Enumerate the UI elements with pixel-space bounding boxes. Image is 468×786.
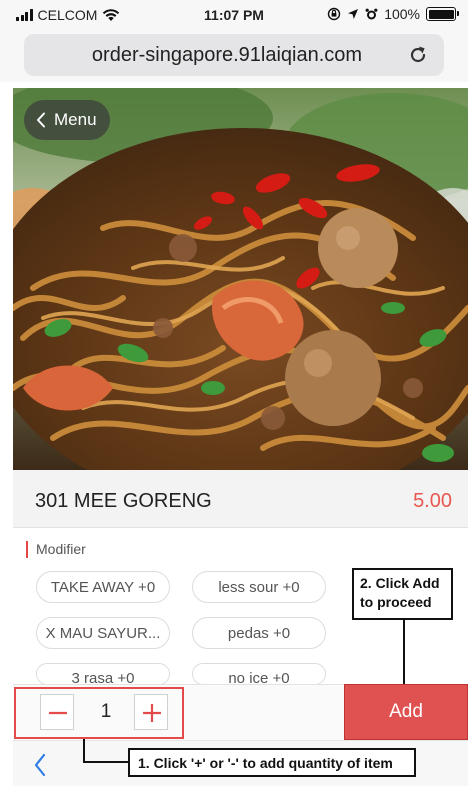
decrease-quantity-button[interactable] <box>40 694 74 730</box>
battery-level <box>428 9 454 19</box>
chevron-left-icon <box>37 112 45 128</box>
product-name: 301 MEE GORENG <box>35 490 212 512</box>
status-right: 100% <box>327 6 459 22</box>
battery-icon <box>426 7 459 21</box>
browser-toolbar: order-singapore.91laiqian.com <box>0 30 468 82</box>
alarm-icon <box>365 8 378 19</box>
instruction-step1: 1. Click '+' or '-' to add quantity of i… <box>128 748 416 777</box>
lock-rotation-icon <box>327 7 341 21</box>
chevron-left-icon[interactable] <box>33 753 47 777</box>
modifier-option[interactable]: TAKE AWAY +0 <box>36 571 170 603</box>
connector-line <box>83 761 128 763</box>
product-price: 5.00 <box>413 490 452 512</box>
address-bar[interactable]: order-singapore.91laiqian.com <box>24 34 444 76</box>
product-image <box>13 88 468 470</box>
menu-back-label: Menu <box>54 110 97 129</box>
url-text[interactable]: order-singapore.91laiqian.com <box>92 44 362 67</box>
modifier-option[interactable]: X MAU SAYUR... <box>36 617 170 649</box>
reload-icon[interactable] <box>406 43 430 67</box>
modifier-option[interactable]: pedas +0 <box>192 617 326 649</box>
battery-percent: 100% <box>384 6 420 22</box>
increase-quantity-button[interactable] <box>134 694 168 730</box>
modifier-heading: Modifier <box>26 541 86 558</box>
minus-icon <box>49 711 67 715</box>
add-button[interactable]: Add <box>344 684 468 740</box>
instruction-step2-line2: to proceed <box>360 594 432 610</box>
status-bar: CELCOM 11:07 PM 100% <box>0 0 468 30</box>
location-icon <box>348 9 359 19</box>
instruction-step2: 2. Click Add to proceed <box>352 568 453 620</box>
connector-line <box>83 739 85 763</box>
modifier-option[interactable]: no ice +0 <box>192 663 326 685</box>
quantity-value: 1 <box>100 701 112 722</box>
menu-back-button[interactable]: Menu <box>24 100 110 140</box>
product-info: 301 MEE GORENG 5.00 <box>13 470 468 528</box>
modifier-option[interactable]: 3 rasa +0 <box>36 663 170 685</box>
connector-line <box>403 620 405 684</box>
instruction-step2-line1: 2. Click Add <box>360 575 440 591</box>
plus-icon <box>143 704 161 722</box>
modifier-option[interactable]: less sour +0 <box>192 571 326 603</box>
